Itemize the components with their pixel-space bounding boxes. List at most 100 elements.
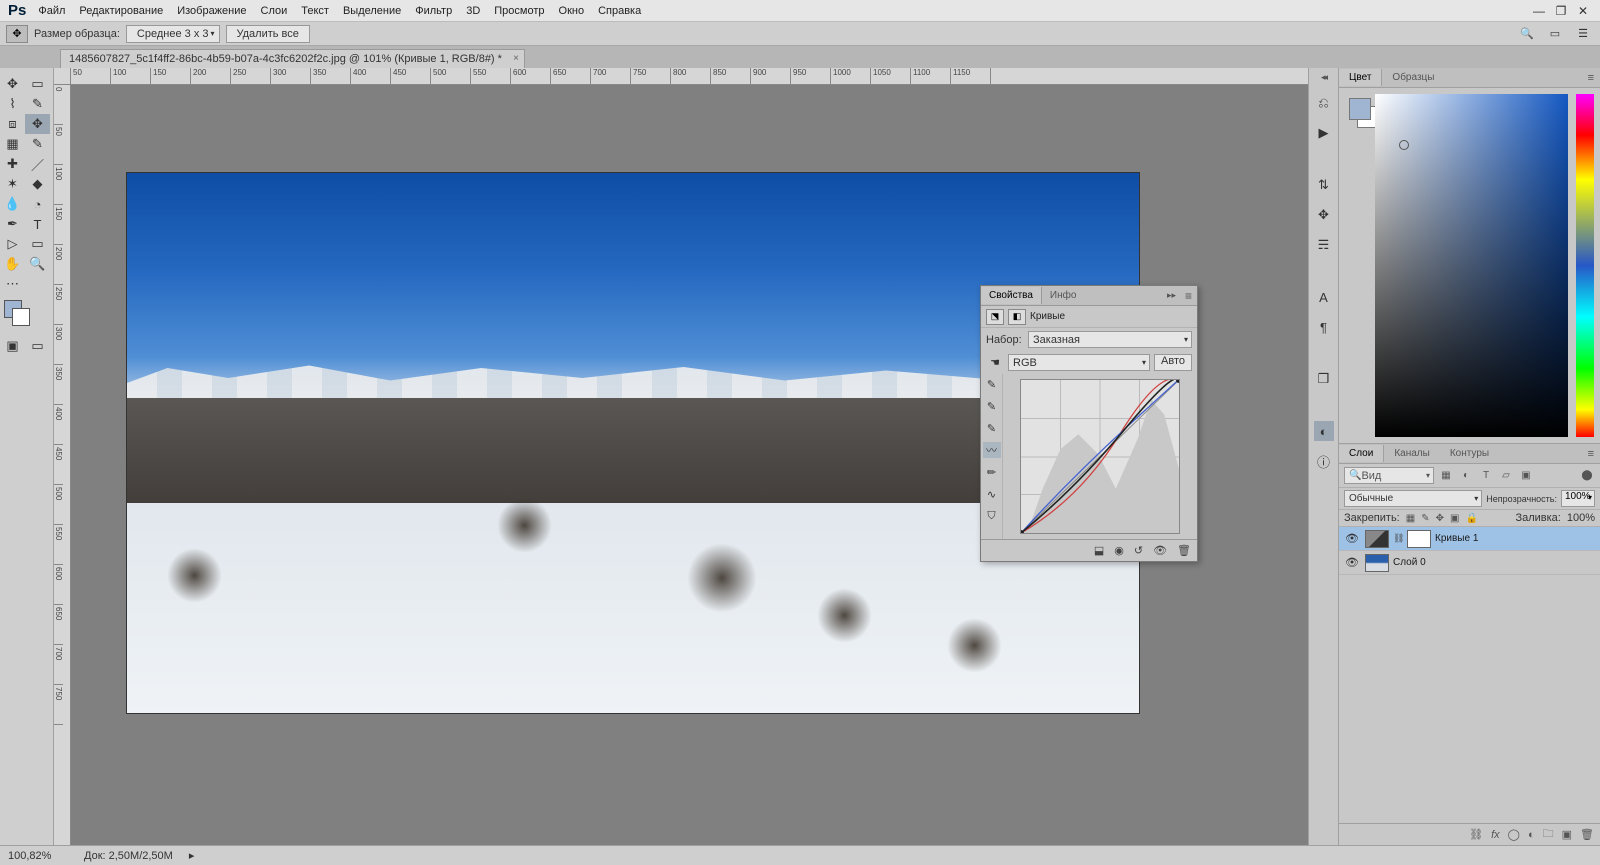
quickmask-tool[interactable]: ▣ xyxy=(0,336,25,356)
mask-mode-icon[interactable]: ◧ xyxy=(1008,309,1026,325)
3d-panel-icon[interactable]: ❒ xyxy=(1314,369,1334,389)
menu-window[interactable]: Окно xyxy=(559,5,585,17)
window-restore[interactable]: ❐ xyxy=(1552,3,1570,18)
tab-color[interactable]: Цвет xyxy=(1339,69,1382,86)
menu-view[interactable]: Просмотр xyxy=(494,5,544,17)
frame-tool[interactable]: ▦ xyxy=(0,134,25,154)
actions-panel-icon[interactable]: ▶ xyxy=(1314,123,1334,143)
color-field[interactable] xyxy=(1375,94,1568,437)
window-close[interactable]: ✕ xyxy=(1574,3,1592,18)
window-minimize[interactable]: — xyxy=(1530,3,1548,18)
pen-tool[interactable]: ✒ xyxy=(0,214,25,234)
strip-collapse-handle[interactable]: ◂◂ xyxy=(1321,72,1326,83)
mask-link-icon[interactable]: ⛓ xyxy=(1393,533,1403,544)
brush-tool[interactable]: ✎ xyxy=(25,134,50,154)
tab-paths[interactable]: Контуры xyxy=(1440,445,1499,462)
fx-icon[interactable]: fx xyxy=(1491,829,1500,841)
search-icon[interactable]: 🔍 xyxy=(1516,25,1538,43)
lasso-tool[interactable]: ⌇ xyxy=(0,94,25,114)
filter-smart-icon[interactable]: ▣ xyxy=(1518,468,1534,484)
menu-type[interactable]: Текст xyxy=(301,5,329,17)
history-panel-icon[interactable]: ⎌ xyxy=(1314,93,1334,113)
curves-graph[interactable] xyxy=(1003,374,1197,539)
ruler-origin[interactable] xyxy=(54,68,71,85)
hue-slider[interactable] xyxy=(1576,94,1594,437)
move-tool[interactable]: ✥ xyxy=(0,74,25,94)
curve-edit-tool[interactable]: 〰 xyxy=(983,442,1001,458)
panel-collapse-icon[interactable]: ▸▸ xyxy=(1163,290,1180,301)
layers-panel-menu-icon[interactable]: ≡ xyxy=(1582,448,1600,460)
menu-help[interactable]: Справка xyxy=(598,5,641,17)
link-layers-icon[interactable]: ⛓ xyxy=(1469,828,1483,841)
curve-gray-eyedropper[interactable]: ✎ xyxy=(983,420,1001,436)
more-tools[interactable]: ⋯ xyxy=(0,274,25,294)
stamp-tool[interactable]: ✶ xyxy=(0,174,25,194)
healing-tool[interactable]: ✚ xyxy=(0,154,25,174)
pencil-tool[interactable]: ／ xyxy=(25,154,50,174)
clear-all-button[interactable]: Удалить все xyxy=(226,25,310,43)
menu-file[interactable]: Файл xyxy=(38,5,65,17)
curve-pencil-tool[interactable]: ✏ xyxy=(983,464,1001,480)
delete-layer-icon[interactable]: 🗑 xyxy=(1580,828,1594,841)
sample-size-select[interactable]: Среднее 3 x 3▾ xyxy=(126,25,220,43)
workspace-icon[interactable]: ▭ xyxy=(1544,25,1566,43)
tab-layers[interactable]: Слои xyxy=(1339,445,1384,462)
menu-edit[interactable]: Редактирование xyxy=(79,5,163,17)
info-panel-icon[interactable]: ⓘ xyxy=(1314,451,1334,471)
crop-tool[interactable]: ⧈ xyxy=(0,114,25,134)
fill-tool[interactable]: ◆ xyxy=(25,174,50,194)
brush-panel-icon[interactable]: ✥ xyxy=(1314,205,1334,225)
preview-icon[interactable]: 👁 xyxy=(1153,544,1167,557)
menu-select[interactable]: Выделение xyxy=(343,5,401,17)
lock-all-icon[interactable]: 🔒 xyxy=(1465,513,1477,524)
align-panel-icon[interactable]: ☴ xyxy=(1314,235,1334,255)
curve-smooth-tool[interactable]: ∿ xyxy=(983,486,1001,502)
eyedropper-tool[interactable]: ✥ xyxy=(25,114,50,134)
layer-background[interactable]: 👁 Слой 0 xyxy=(1339,551,1600,575)
group-icon[interactable]: 🗀 xyxy=(1543,825,1554,844)
layer-name[interactable]: Кривые 1 xyxy=(1435,533,1478,544)
path-tool[interactable]: ▷ xyxy=(0,234,25,254)
new-layer-icon[interactable]: ▣ xyxy=(1562,828,1572,841)
marquee-tool[interactable]: ▭ xyxy=(25,74,50,94)
zoom-level[interactable]: 100,82% xyxy=(8,850,68,862)
clip-to-layer-icon[interactable]: ⬓ xyxy=(1094,544,1104,557)
tab-swatches[interactable]: Образцы xyxy=(1382,69,1444,86)
curve-eyedropper-tool[interactable]: ✎ xyxy=(983,376,1001,392)
adjustments-panel-icon[interactable]: ◐ xyxy=(1314,421,1334,441)
toggle-visibility-icon[interactable]: ◉ xyxy=(1114,544,1124,557)
layer-visibility-icon[interactable]: 👁 xyxy=(1343,556,1361,569)
properties-menu-icon[interactable]: ≡ xyxy=(1180,289,1197,303)
preset-select[interactable]: Заказная xyxy=(1028,331,1192,348)
layer-mask-thumb[interactable] xyxy=(1407,530,1431,548)
channel-select[interactable]: RGB xyxy=(1008,354,1150,371)
screenmode-tool[interactable]: ▭ xyxy=(25,336,50,356)
mask-icon[interactable]: ◯ xyxy=(1508,828,1520,841)
menu-layers[interactable]: Слои xyxy=(261,5,288,17)
shape-tool[interactable]: ▭ xyxy=(25,234,50,254)
hand-tool[interactable]: ✋ xyxy=(0,254,25,274)
layer-thumb-image[interactable] xyxy=(1365,554,1389,572)
lock-brush-icon[interactable]: ✎ xyxy=(1421,513,1429,524)
layer-curves[interactable]: 👁 ⛓ Кривые 1 xyxy=(1339,527,1600,551)
blend-mode-select[interactable]: Обычные xyxy=(1344,490,1482,507)
color-fg-swatch[interactable] xyxy=(1349,98,1371,120)
document-tab[interactable]: 1485607827_5c1f4ff2-86bc-4b59-b07a-4c3fc… xyxy=(60,49,525,68)
glyph-panel-icon[interactable]: ¶ xyxy=(1314,317,1334,337)
curve-hand-tool[interactable]: ⛉ xyxy=(983,508,1001,524)
adjustment-layer-icon[interactable]: ◐ xyxy=(1528,829,1535,841)
filter-adjust-icon[interactable]: ◐ xyxy=(1458,468,1474,484)
dodge-tool[interactable]: ◔ xyxy=(25,194,50,214)
opacity-input[interactable]: 100% xyxy=(1561,490,1595,507)
color-swatches[interactable] xyxy=(4,300,49,330)
filter-toggle-icon[interactable]: ⬤ xyxy=(1579,468,1595,484)
quick-select-tool[interactable]: ✎ xyxy=(25,94,50,114)
filter-type-icon[interactable]: T xyxy=(1478,468,1494,484)
lock-position-icon[interactable]: ✥ xyxy=(1436,513,1444,524)
color-panel-menu-icon[interactable]: ≡ xyxy=(1582,72,1600,84)
tab-info[interactable]: Инфо xyxy=(1042,287,1085,304)
tab-channels[interactable]: Каналы xyxy=(1384,445,1440,462)
menu-image[interactable]: Изображение xyxy=(177,5,246,17)
curve-black-eyedropper[interactable]: ✎ xyxy=(983,398,1001,414)
blur-tool[interactable]: 💧 xyxy=(0,194,25,214)
